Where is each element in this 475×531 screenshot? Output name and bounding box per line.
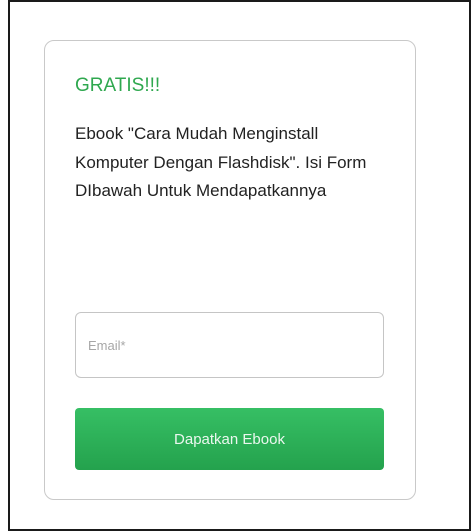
email-input[interactable] xyxy=(75,312,384,378)
ebook-signup-card: GRATIS!!! Ebook "Cara Mudah Menginstall … xyxy=(44,40,416,500)
promo-heading: GRATIS!!! xyxy=(75,75,161,96)
get-ebook-button[interactable]: Dapatkan Ebook xyxy=(75,408,384,470)
promo-description: Ebook "Cara Mudah Menginstall Komputer D… xyxy=(75,124,367,200)
